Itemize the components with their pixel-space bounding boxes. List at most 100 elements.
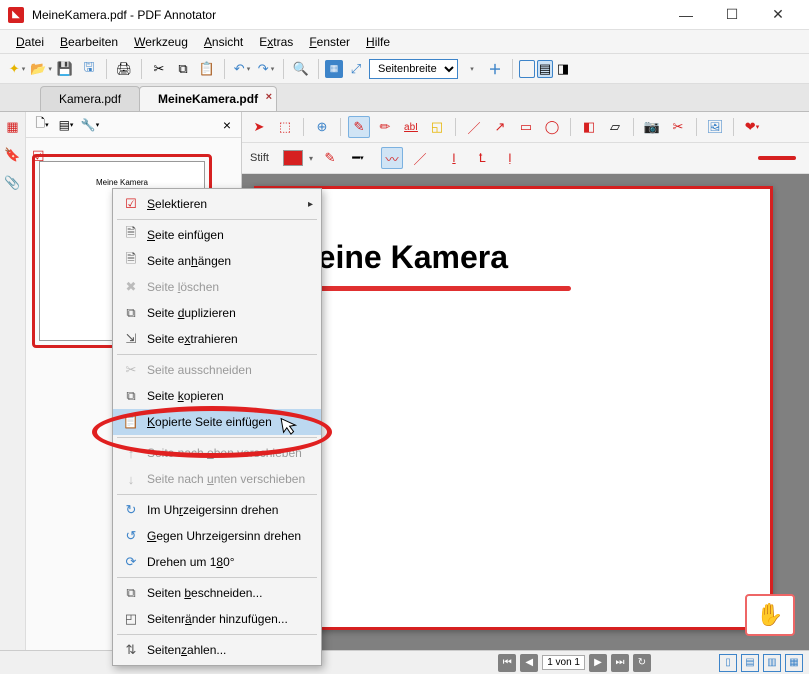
fit-page-icon[interactable]: ▦ — [325, 60, 343, 78]
pen-tool-icon[interactable]: ✎ — [348, 116, 370, 138]
view-single-button[interactable]: ▯ — [719, 654, 737, 672]
pointer-tool-icon[interactable]: ➤ — [248, 116, 270, 138]
ctx-seite-einfuegen[interactable]: 🗎 Seite einfügen — [113, 222, 321, 248]
ctx-drehen-180[interactable]: ⟳ Drehen um 180° — [113, 549, 321, 575]
text-strike-icon[interactable]: Ꝉ — [471, 147, 493, 169]
note-tool-icon[interactable]: ◱ — [426, 116, 448, 138]
zoom-select[interactable]: Seitenbreite — [369, 59, 458, 79]
text-underline-icon[interactable]: I — [443, 147, 465, 169]
bookmarks-tab-icon[interactable]: 🔖 — [4, 146, 22, 164]
arrow-tool-icon[interactable]: ↗ — [489, 116, 511, 138]
menu-fenster[interactable]: Fenster — [301, 33, 358, 51]
save-as-button[interactable]: 🖫 — [78, 58, 100, 80]
redo-button[interactable]: ↷ — [255, 58, 277, 80]
ctx-seitenzahlen[interactable]: ⇅ Seitenzahlen... — [113, 637, 321, 663]
pen-style-1-icon[interactable]: ✎ — [319, 147, 341, 169]
print-button[interactable]: 🖨 — [113, 58, 135, 80]
main-toolbar: ✦ 📂 💾 🖫 🖨 ✂ ⧉ 📋 ↶ ↷ 🔍 ▦ ⤢ Seitenbreite ＋… — [0, 54, 809, 84]
maximize-button[interactable]: ☐ — [709, 0, 755, 30]
pdf-page: Meine Kamera — [254, 186, 773, 630]
menu-extras[interactable]: Extras — [251, 33, 301, 51]
copy-button[interactable]: ⧉ — [172, 58, 194, 80]
thumb-book-icon[interactable]: ▤▾ — [56, 115, 76, 135]
eraser-tool-icon[interactable]: ◧ — [578, 116, 600, 138]
page-indicator[interactable]: 1 von 1 — [542, 655, 585, 670]
rotate-cw-icon: ↻ — [121, 502, 141, 518]
menu-bearbeiten[interactable]: Bearbeiten — [52, 33, 126, 51]
marker-tool-icon[interactable]: ✏ — [374, 116, 396, 138]
whiteout-tool-icon[interactable]: ▱ — [604, 116, 626, 138]
view-facing-button[interactable]: ▥ — [763, 654, 781, 672]
view-cont-button[interactable]: ▤ — [741, 654, 759, 672]
rect-tool-icon[interactable]: ▭ — [515, 116, 537, 138]
ctx-seite-kopieren[interactable]: ⧉ Seite kopieren — [113, 383, 321, 409]
ctx-kopierte-seite-einfuegen[interactable]: 📋 Kopierte Seite einfügen — [113, 409, 321, 435]
ctx-seite-anhaengen[interactable]: 🗎 Seite anhängen — [113, 248, 321, 274]
add-page-button[interactable]: ＋ — [484, 58, 506, 80]
menu-hilfe[interactable]: Hilfe — [358, 33, 398, 51]
ctx-seite-ausschneiden: ✂ Seite ausschneiden — [113, 357, 321, 383]
zoom-in-icon[interactable]: ⤢ — [345, 58, 367, 80]
ctx-gegen-uhrzeigersinn[interactable]: ↺ Gegen Uhrzeigersinn drehen — [113, 523, 321, 549]
thumbnail-checked-icon: ☑ — [32, 148, 45, 165]
text-squiggle-icon[interactable]: Ị — [499, 147, 521, 169]
menu-werkzeug[interactable]: Werkzeug — [126, 33, 196, 51]
ellipse-tool-icon[interactable]: ◯ — [541, 116, 563, 138]
attachments-tab-icon[interactable]: 📎 — [4, 174, 22, 192]
menu-datei[interactable]: Datei — [8, 33, 52, 51]
new-doc-button[interactable]: ✦ — [6, 58, 28, 80]
nav-next-button[interactable]: ▶ — [589, 654, 607, 672]
nav-first-button[interactable]: ⏮ — [498, 654, 516, 672]
page-numbers-icon: ⇅ — [121, 642, 141, 658]
thumb-wrench-icon[interactable]: 🔧▾ — [80, 115, 100, 135]
thumb-new-icon[interactable]: 🗋▾ — [32, 115, 52, 135]
open-button[interactable]: 📂 — [30, 58, 52, 80]
ctx-uhrzeigersinn[interactable]: ↻ Im Uhrzeigersinn drehen — [113, 497, 321, 523]
image-tool-icon[interactable]: 🖼 — [704, 116, 726, 138]
tab-kamera[interactable]: Kamera.pdf — [40, 86, 140, 111]
document-viewport[interactable]: Meine Kamera ✋ — [242, 174, 809, 650]
color-swatch[interactable] — [283, 150, 303, 166]
cut-button[interactable]: ✂ — [148, 58, 170, 80]
ctx-seite-loeschen: ✖ Seite löschen — [113, 274, 321, 300]
paste-page-icon: 📋 — [121, 414, 141, 430]
thumbnail-panel-close[interactable]: × — [219, 117, 235, 133]
search-button[interactable]: 🔍 — [290, 58, 312, 80]
favorite-tool-icon[interactable]: ❤▾ — [741, 116, 763, 138]
pen-straight-icon[interactable]: ／ — [409, 147, 431, 169]
tab-strip: Kamera.pdf MeineKamera.pdf — [0, 84, 809, 112]
nav-last-button[interactable]: ⏭ — [611, 654, 629, 672]
close-button[interactable]: ✕ — [755, 0, 801, 30]
crop-tool-icon[interactable]: ✂ — [667, 116, 689, 138]
ctx-beschneiden[interactable]: ⧉ Seiten beschneiden... — [113, 580, 321, 606]
save-button[interactable]: 💾 — [54, 58, 76, 80]
pen-smooth-icon[interactable]: 〰 — [381, 147, 403, 169]
thumbnails-tab-icon[interactable]: ▦ — [4, 118, 22, 136]
nav-prev-button[interactable]: ◀ — [520, 654, 538, 672]
ctx-seite-extrahieren[interactable]: ⇲ Seite extrahieren — [113, 326, 321, 352]
ctx-selektieren[interactable]: ☑ Selektieren ▸ — [113, 191, 321, 217]
view-cont-facing-button[interactable]: ▦ — [785, 654, 803, 672]
nav-refresh-button[interactable]: ↻ — [633, 654, 651, 672]
stamp-tool-icon[interactable]: 📷 — [641, 116, 663, 138]
layout-2-button[interactable]: ▤ — [537, 60, 553, 78]
minimize-button[interactable]: — — [663, 0, 709, 30]
undo-button[interactable]: ↶ — [231, 58, 253, 80]
lasso-tool-icon[interactable]: ⬚ — [274, 116, 296, 138]
tab-meinekamera[interactable]: MeineKamera.pdf — [139, 86, 277, 111]
text-tool-icon[interactable]: abI — [400, 116, 422, 138]
menu-ansicht[interactable]: Ansicht — [196, 33, 251, 51]
page-append-icon: 🗎 — [121, 250, 141, 272]
zoom-dropdown[interactable] — [460, 58, 482, 80]
annotation-toolbar: ➤ ⬚ ⊕ ✎ ✏ abI ◱ ／ ↗ ▭ ◯ ◧ ▱ 📷 ✂ 🖼 ❤▾ — [242, 112, 809, 143]
editor-area: ➤ ⬚ ⊕ ✎ ✏ abI ◱ ／ ↗ ▭ ◯ ◧ ▱ 📷 ✂ 🖼 ❤▾ — [242, 112, 809, 650]
layout-1-button[interactable] — [519, 60, 535, 78]
ctx-seite-duplizieren[interactable]: ⧉ Seite duplizieren — [113, 300, 321, 326]
paste-button[interactable]: 📋 — [196, 58, 218, 80]
line-tool-icon[interactable]: ／ — [463, 116, 485, 138]
ctx-seitenraender[interactable]: ◰ Seitenränder hinzufügen... — [113, 606, 321, 632]
pen-width-icon[interactable]: ━▾ — [347, 147, 369, 169]
pan-hand-button[interactable]: ✋ — [745, 594, 795, 636]
zoom-tool-icon[interactable]: ⊕ — [311, 116, 333, 138]
layout-3-button[interactable]: ◨ — [555, 60, 571, 78]
